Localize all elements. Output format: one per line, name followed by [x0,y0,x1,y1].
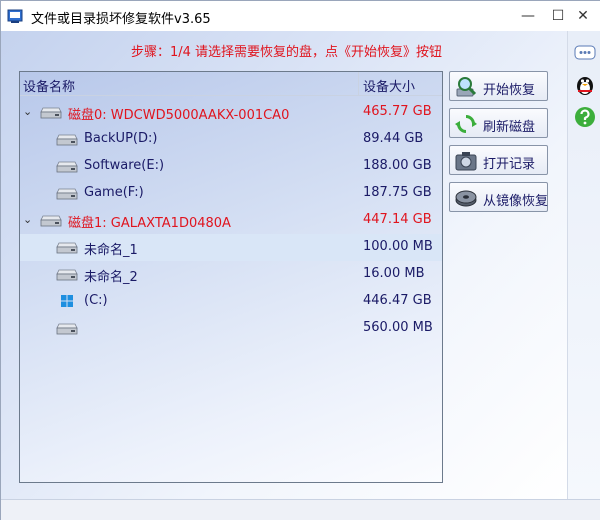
row-device-name: Software(E:) [84,158,165,173]
tree-header: 设备名称 设备大小 [20,72,442,96]
drive-icon [56,242,78,254]
tree-row-partition[interactable]: Game(F:) 187.75 GB [20,180,442,207]
app-icon [7,9,23,23]
column-separator[interactable] [358,72,359,96]
row-device-size: 446.47 GB [363,293,432,308]
step-instruction: 步骤：1/4 请选择需要恢复的盘，点《开始恢复》按钮 [131,45,443,60]
row-device-name: (C:) [84,293,108,308]
row-device-name: Game(F:) [84,185,144,200]
main-client-area: 步骤：1/4 请选择需要恢复的盘，点《开始恢复》按钮 设备名称 设备大小 ⌄ 磁盘… [1,31,567,499]
tree-row-partition[interactable]: 560.00 MB [20,315,442,342]
row-device-name: 未命名_2 [84,270,138,285]
start-recover-label: 开始恢复 [483,83,536,98]
help-icon[interactable] [573,105,597,129]
row-device-name: 磁盘1: GALAXTA1D0480A [68,216,231,231]
drive-icon [56,161,78,173]
open-log-button[interactable]: 打开记录 [449,145,548,175]
drive-icon [56,269,78,281]
app-window: 文件或目录损坏修复软件v3.65 — ☐ ✕ 步骤：1/4 请选择需要恢复的盘，… [0,0,600,520]
drive-icon [56,323,78,335]
row-device-name: 未命名_1 [84,243,138,258]
side-toolbar [567,31,600,499]
qq-penguin-icon[interactable] [573,73,597,97]
column-header-size[interactable]: 设备大小 [363,76,415,95]
row-device-size: 447.14 GB [363,212,432,227]
tree-row-partition[interactable]: (C:) 446.47 GB [20,288,442,315]
status-bar [1,499,600,520]
windows-logo-icon [61,295,73,307]
row-device-size: 188.00 GB [363,158,432,173]
drive-icon [56,188,78,200]
open-log-label: 打开记录 [483,157,536,172]
tree-row-partition[interactable]: 未命名_2 16.00 MB [20,261,442,288]
refresh-icon [455,115,477,133]
row-device-size: 16.00 MB [363,266,425,281]
chat-bubble-icon[interactable] [573,41,597,65]
tree-row-disk[interactable]: ⌄ 磁盘1: GALAXTA1D0480A 447.14 GB [20,207,442,234]
expand-chevron-icon[interactable]: ⌄ [23,106,35,118]
refresh-disk-button[interactable]: 刷新磁盘 [449,108,548,138]
row-device-size: 89.44 GB [363,131,424,146]
magnifier-icon [456,77,477,97]
row-device-size: 465.77 GB [363,104,432,119]
disk-image-icon [455,190,477,207]
device-tree[interactable]: 设备名称 设备大小 ⌄ 磁盘0: WDCWD5000AAKX-001CA0 465.… [19,71,443,483]
tree-row-partition[interactable]: Software(E:) 188.00 GB [20,153,442,180]
title-bar[interactable]: 文件或目录损坏修复软件v3.65 — ☐ ✕ [1,1,600,31]
refresh-disk-label: 刷新磁盘 [483,120,536,135]
log-camera-icon [455,152,477,171]
start-recover-button[interactable]: 开始恢复 [449,71,548,101]
row-device-name: 磁盘0: WDCWD5000AAKX-001CA0 [68,108,290,123]
hard-disk-icon [40,215,62,227]
recover-from-image-label: 从镜像恢复 [483,194,549,209]
row-device-size: 187.75 GB [363,185,432,200]
window-title: 文件或目录损坏修复软件v3.65 [31,12,211,27]
expand-chevron-icon[interactable]: ⌄ [23,214,35,226]
tree-row-partition[interactable]: BackUP(D:) 89.44 GB [20,126,442,153]
close-button[interactable]: ✕ [565,1,600,31]
tree-row-disk[interactable]: ⌄ 磁盘0: WDCWD5000AAKX-001CA0 465.77 GB [20,99,442,126]
row-device-size: 100.00 MB [363,239,433,254]
recover-from-image-button[interactable]: 从镜像恢复 [449,182,548,212]
row-device-size: 560.00 MB [363,320,433,335]
hard-disk-icon [40,107,62,119]
tree-row-partition[interactable]: 未命名_1 100.00 MB [20,234,442,261]
drive-icon [56,134,78,146]
row-device-name: BackUP(D:) [84,131,158,146]
column-header-name[interactable]: 设备名称 [23,76,75,95]
